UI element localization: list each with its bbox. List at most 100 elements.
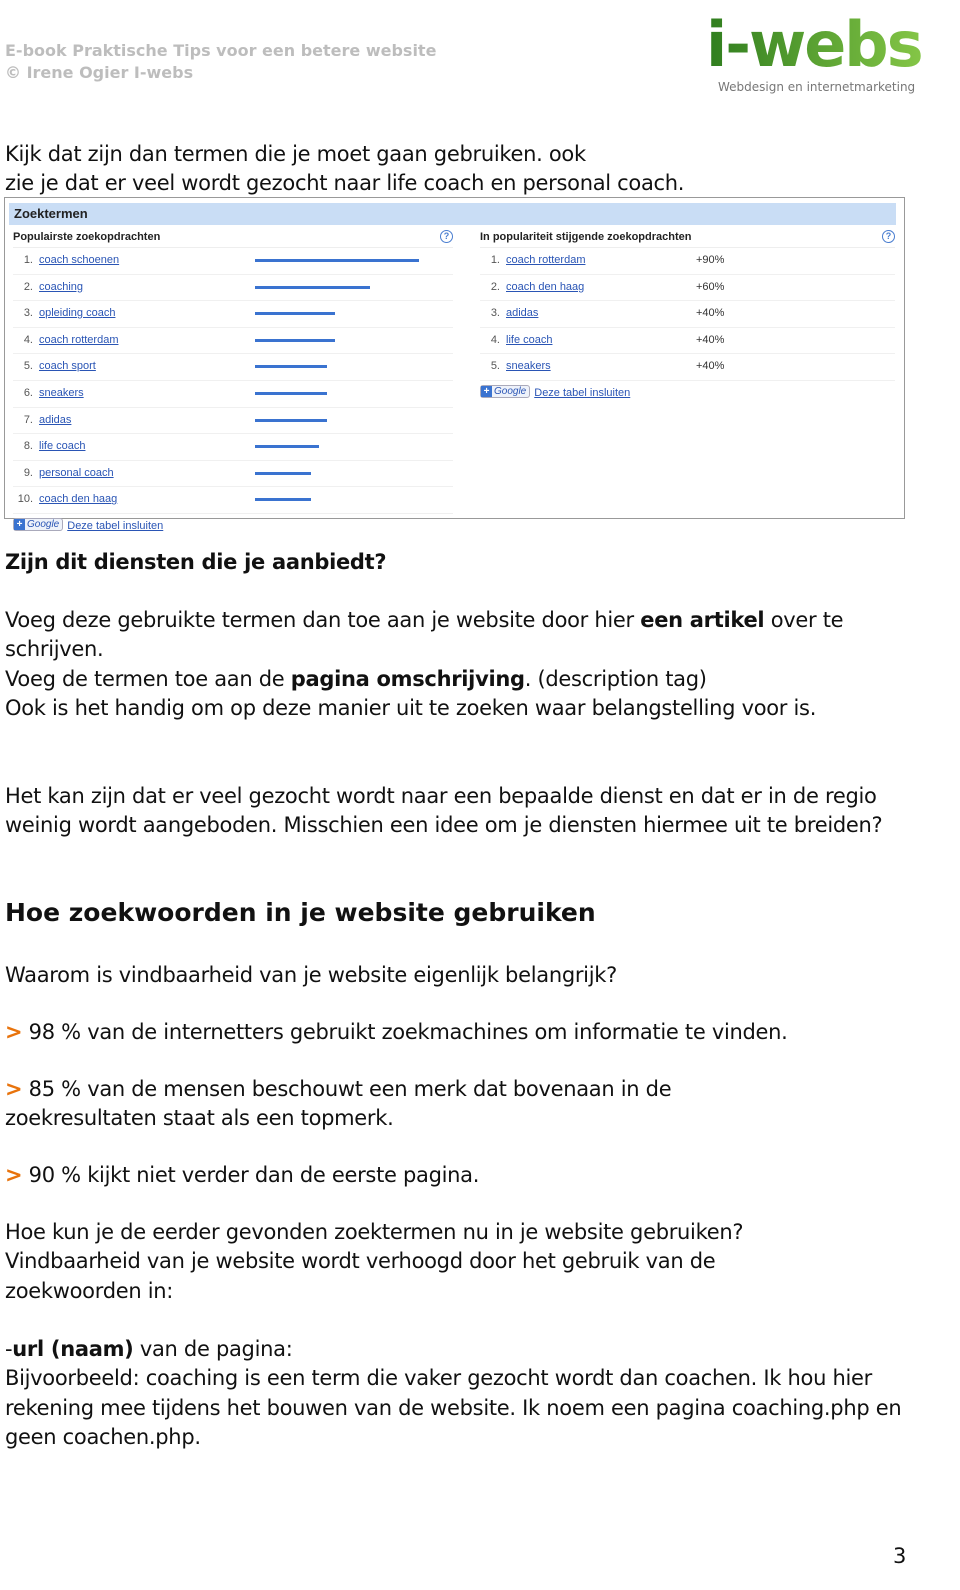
text: 98 % van de internetters gebruikt zoekma…: [22, 1020, 788, 1044]
plus-icon: +: [481, 386, 492, 398]
term-link[interactable]: adidas: [39, 414, 71, 426]
rising-heading-text: In populariteit stijgende zoekopdrachten: [480, 231, 692, 243]
term-link[interactable]: coach den haag: [506, 281, 584, 293]
term-link[interactable]: opleiding coach: [39, 307, 115, 319]
paragraph-why: Waarom is vindbaarheid van je website ei…: [5, 963, 617, 987]
rank: 2.: [23, 280, 33, 293]
header-title: E-book Praktische Tips voor een betere w…: [5, 41, 437, 60]
logo: i-webs Webdesign en internetmarketing: [706, 10, 941, 110]
plus-icon: +: [14, 519, 25, 531]
popularity-bar: [255, 418, 328, 422]
rank: 2.: [490, 280, 500, 293]
rising-heading: In populariteit stijgende zoekopdrachten…: [480, 228, 895, 248]
logo-tagline: Webdesign en internetmarketing: [718, 80, 916, 94]
term-link[interactable]: coach sport: [39, 360, 96, 372]
popularity-bar: [255, 445, 319, 449]
intro-line: zie je dat er veel wordt gezocht naar li…: [5, 171, 685, 196]
bullet-item: > 98 % van de internetters gebruikt zoek…: [5, 1018, 915, 1047]
term-link[interactable]: adidas: [506, 307, 538, 319]
popular-row: 10. coach den haag: [13, 487, 453, 514]
popular-row: 8. life coach: [13, 434, 453, 461]
term-link[interactable]: coach schoenen: [39, 254, 119, 266]
text: 85 % van de mensen beschouwt een merk da…: [5, 1077, 672, 1131]
bullet-item: > 85 % van de mensen beschouwt een merk …: [5, 1075, 765, 1134]
intro-line: Kijk dat zijn dan termen die je moet gaa…: [5, 142, 586, 166]
bold-text: url (naam): [12, 1337, 134, 1361]
text: 90 % kijkt niet verder dan de eerste pag…: [22, 1163, 480, 1187]
popular-row: 3. opleiding coach: [13, 301, 453, 328]
rank: 8.: [23, 440, 33, 453]
term-link[interactable]: coach den haag: [39, 493, 117, 505]
arrow-icon: >: [5, 1077, 23, 1101]
text: Bijvoorbeeld: coaching is een term die v…: [5, 1366, 902, 1449]
paragraph-url: -url (naam) van de pagina: Bijvoorbeeld:…: [5, 1335, 915, 1452]
popular-column: Populairste zoekopdrachten? 1. coach scho…: [13, 228, 453, 534]
help-icon[interactable]: ?: [440, 230, 453, 243]
rank: 5.: [23, 360, 33, 373]
rising-row: 5. sneakers +40%: [480, 354, 895, 381]
rank: 7.: [23, 413, 33, 426]
intro-paragraph: Kijk dat zijn dan termen die je moet gaa…: [5, 140, 915, 199]
popular-heading-text: Populairste zoekopdrachten: [13, 231, 161, 243]
popular-row: 2. coaching: [13, 275, 453, 302]
logo-word: i-webs: [706, 10, 941, 80]
bold-text: een artikel: [640, 608, 765, 632]
page-number: 3: [893, 1544, 907, 1568]
rank: 6.: [23, 386, 33, 399]
popular-row: 9. personal coach: [13, 461, 453, 488]
term-link[interactable]: life coach: [39, 440, 85, 452]
rising-row: 4. life coach +40%: [480, 328, 895, 355]
popular-row: 6. sneakers: [13, 381, 453, 408]
growth-percent: +40%: [696, 307, 725, 320]
popular-row: 4. coach rotterdam: [13, 328, 453, 355]
text: . (description tag): [524, 666, 707, 691]
popular-row: 5. coach sport: [13, 354, 453, 381]
bold-text: pagina omschrijving: [290, 666, 525, 691]
term-link[interactable]: personal coach: [39, 467, 114, 479]
term-link[interactable]: coach rotterdam: [506, 254, 585, 266]
popularity-bar: [255, 365, 328, 369]
rising-column: In populariteit stijgende zoekopdrachten…: [480, 228, 895, 401]
popular-heading: Populairste zoekopdrachten?: [13, 228, 453, 248]
google-add-button[interactable]: + Google: [480, 385, 531, 399]
google-label: Google: [494, 386, 527, 398]
embed-table-link[interactable]: Deze tabel insluiten: [67, 520, 163, 532]
text: Voeg deze gebruikte termen dan toe aan j…: [5, 608, 641, 632]
arrow-icon: >: [5, 1020, 23, 1044]
rank: 5.: [490, 360, 500, 373]
embed-row: + Google Deze tabel insluiten: [480, 383, 895, 401]
arrow-icon: >: [5, 1163, 23, 1187]
rank: 4.: [23, 333, 33, 346]
embed-row: + Google Deze tabel insluiten: [13, 516, 453, 534]
google-add-button[interactable]: + Google: [13, 518, 64, 532]
rank: 4.: [490, 333, 500, 346]
paragraph-services: Het kan zijn dat er veel gezocht wordt n…: [5, 784, 883, 838]
popularity-bar: [255, 391, 328, 395]
search-terms-screenshot: Zoektermen Populairste zoekopdrachten? 1…: [4, 197, 905, 532]
rank: 3.: [23, 307, 33, 320]
rising-row: 1. coach rotterdam +90%: [480, 248, 895, 275]
rank: 3.: [490, 307, 500, 320]
popularity-bar: [255, 285, 370, 289]
term-link[interactable]: life coach: [506, 334, 552, 346]
term-link[interactable]: coach rotterdam: [39, 334, 118, 346]
term-link[interactable]: sneakers: [506, 360, 551, 372]
bullet-item: > 90 % kijkt niet verder dan de eerste p…: [5, 1161, 915, 1190]
rising-row: 2. coach den haag +60%: [480, 275, 895, 302]
paragraph-how: Hoe kun je de eerder gevonden zoektermen…: [5, 1220, 744, 1303]
popularity-bar: [255, 312, 336, 316]
growth-percent: +40%: [696, 333, 725, 346]
popularity-bar: [255, 471, 311, 475]
growth-percent: +60%: [696, 280, 725, 293]
popular-row: 7. adidas: [13, 408, 453, 435]
rising-row: 3. adidas +40%: [480, 301, 895, 328]
term-link[interactable]: sneakers: [39, 387, 84, 399]
header-copyright: © Irene Ogier I-webs: [5, 63, 194, 82]
help-icon[interactable]: ?: [882, 230, 895, 243]
growth-percent: +90%: [696, 254, 725, 266]
embed-table-link[interactable]: Deze tabel insluiten: [534, 387, 630, 399]
rank: 10.: [17, 493, 33, 506]
screenshot-title: Zoektermen: [9, 203, 896, 225]
rank: 1.: [490, 254, 500, 266]
term-link[interactable]: coaching: [39, 281, 83, 293]
